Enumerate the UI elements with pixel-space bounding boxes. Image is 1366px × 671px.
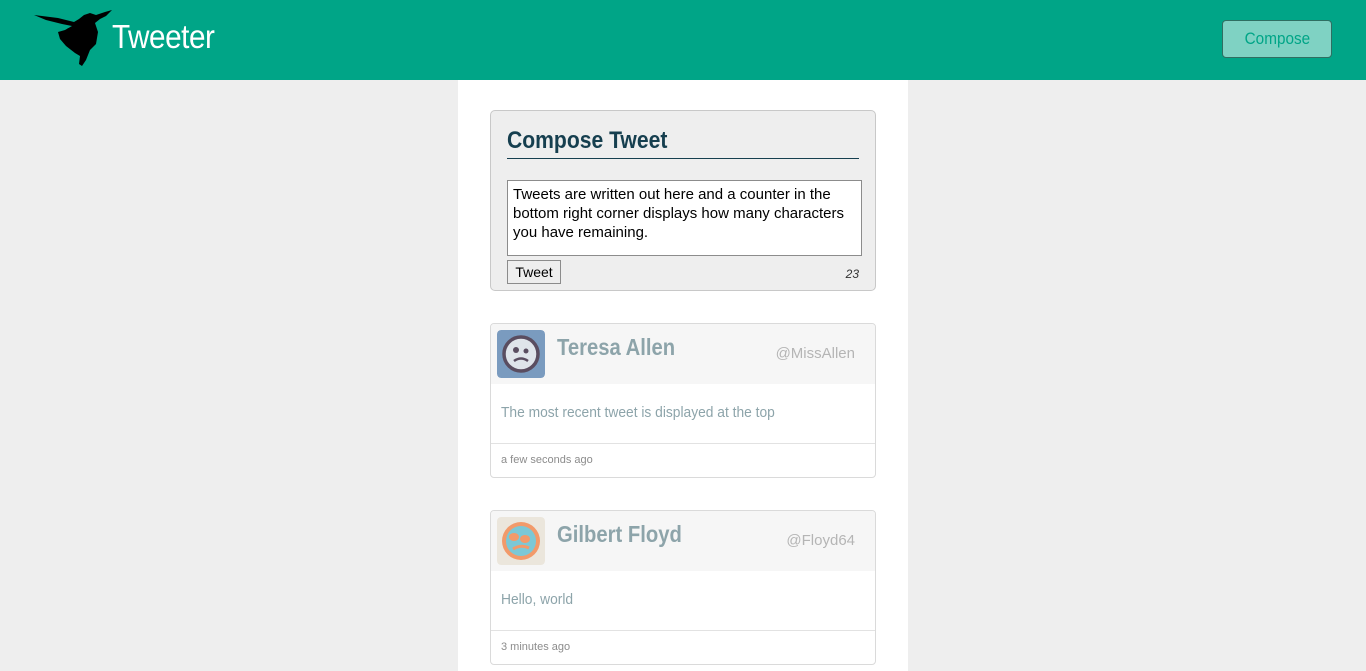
- tweet-content: The most recent tweet is displayed at th…: [501, 404, 775, 421]
- face-avatar-icon: [497, 330, 545, 378]
- compose-title: Compose Tweet: [507, 127, 668, 154]
- tweet-author-name: Gilbert Floyd: [557, 521, 682, 547]
- tweet-header: Gilbert Floyd @Floyd64: [491, 511, 875, 571]
- compose-button-label: Compose: [1244, 29, 1310, 48]
- tweet-header: Teresa Allen @MissAllen: [491, 324, 875, 384]
- hummingbird-logo-icon: [34, 10, 112, 66]
- tweet-content: Hello, world: [501, 591, 574, 608]
- tweet-author-handle: @Floyd64: [786, 532, 855, 549]
- tweet-author-handle: @MissAllen: [775, 345, 855, 362]
- tweet-timestamp: 3 minutes ago: [501, 641, 571, 653]
- tweet-card: Gilbert Floyd @Floyd64 Hello, world 3 mi…: [490, 510, 876, 665]
- tweet-footer-divider: [491, 630, 875, 631]
- tweet-button[interactable]: Tweet: [507, 260, 561, 284]
- tweet-card: Teresa Allen @MissAllen The most recent …: [490, 323, 876, 478]
- top-nav: Tweeter Compose: [0, 0, 1366, 80]
- compose-title-divider: [507, 158, 859, 159]
- tweet-text-input[interactable]: Tweets are written out here and a counte…: [507, 180, 862, 256]
- tweet-author-name: Teresa Allen: [557, 334, 676, 360]
- compose-button[interactable]: Compose: [1222, 20, 1332, 58]
- character-counter: 23: [845, 267, 859, 281]
- compose-tweet-panel: Compose Tweet Tweets are written out her…: [490, 110, 876, 291]
- brand-title[interactable]: Tweeter: [112, 18, 215, 56]
- face-avatar-icon: [497, 517, 545, 565]
- tweet-timestamp: a few seconds ago: [501, 454, 593, 466]
- tweet-footer-divider: [491, 443, 875, 444]
